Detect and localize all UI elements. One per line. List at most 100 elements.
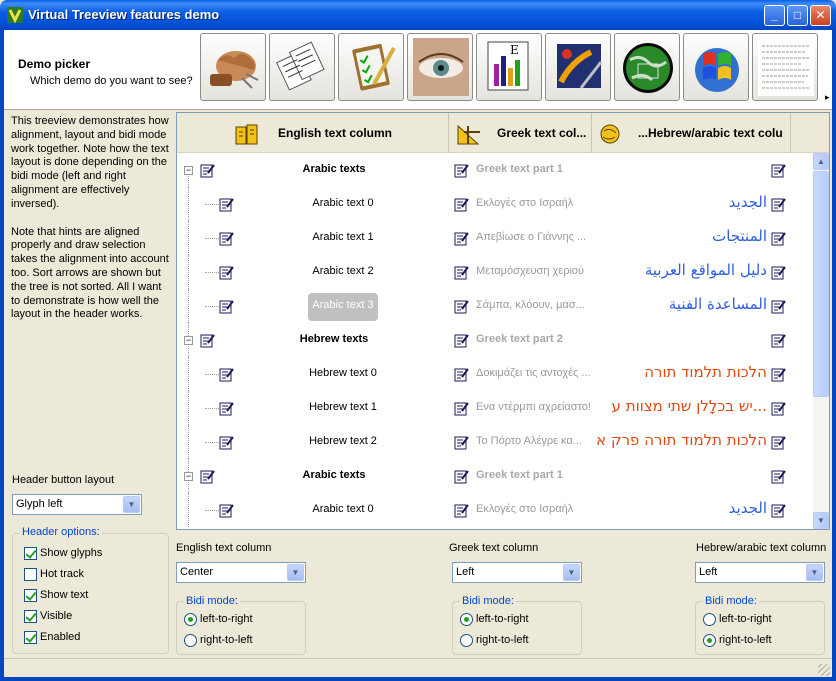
note-icon xyxy=(219,299,234,314)
english-ltr-label[interactable]: left-to-right xyxy=(200,613,253,625)
tree-row[interactable]: Arabic text 1 Απεβίωσε ο Γιάννης ... المنت… xyxy=(177,221,813,255)
visible-label[interactable]: Visible xyxy=(40,610,72,622)
tree-group-row[interactable]: − Arabic texts Greek text part 1 xyxy=(177,153,813,187)
note-icon xyxy=(219,401,234,416)
tree-line xyxy=(205,238,219,239)
column-header-hebrew-arabic[interactable]: ...Hebrew/arabic text colu xyxy=(592,113,791,153)
column-header-greek[interactable]: Greek text col... xyxy=(449,113,592,153)
note-icon xyxy=(219,265,234,280)
demo-button-text-page[interactable] xyxy=(752,33,818,101)
note-icon xyxy=(219,367,234,382)
collapse-toggle-icon[interactable]: − xyxy=(184,472,193,481)
tree-row[interactable]: Arabic text 3 Σάμπα, κλόουν, μασ... المساع… xyxy=(177,289,813,323)
hot-track-checkbox[interactable] xyxy=(24,568,37,581)
tree-group-row[interactable]: − Arabic texts Greek text part 1 xyxy=(177,459,813,493)
show-glyphs-label[interactable]: Show glyphs xyxy=(40,547,102,559)
greek-cell: Greek text part 2 xyxy=(476,333,563,345)
collapse-toggle-icon[interactable]: − xyxy=(184,336,193,345)
chevron-down-icon[interactable]: ▼ xyxy=(123,496,140,513)
show-glyphs-checkbox[interactable] xyxy=(24,547,37,560)
hebrew-arabic-ltr-radio[interactable] xyxy=(703,613,716,626)
english-ltr-radio[interactable] xyxy=(184,613,197,626)
demo-button-eye[interactable] xyxy=(407,33,473,101)
app-tree-icon xyxy=(7,7,23,24)
note-icon xyxy=(454,265,469,280)
note-icon xyxy=(771,265,786,280)
tree-line xyxy=(205,204,219,205)
demo-button-globe[interactable] xyxy=(614,33,680,101)
tree-row[interactable]: Arabic text 0 Εκλογές στο Ισραήλ الجديد xyxy=(177,187,813,221)
header-layout-combo[interactable]: Glyph left ▼ xyxy=(12,494,142,515)
enabled-label[interactable]: Enabled xyxy=(40,631,80,643)
tree-row[interactable]: Hebrew text 1 Ενα ντέρμπι αχρείαστο! ...יש… xyxy=(177,391,813,425)
note-icon xyxy=(771,367,786,382)
window-frame-left xyxy=(0,30,4,681)
english-cell: Arabic text 3 xyxy=(312,299,374,311)
tree-group-row[interactable]: − Hebrew texts Greek text part 2 xyxy=(177,323,813,357)
collapse-toggle-icon[interactable]: − xyxy=(184,166,193,175)
greek-alignment-combo[interactable]: Left ▼ xyxy=(452,562,582,583)
window-title: Virtual Treeview features demo xyxy=(28,7,220,22)
greek-rtl-radio[interactable] xyxy=(460,634,473,647)
tree-row[interactable]: Arabic text 0 Εκλογές στο Ισραήλ الجديد xyxy=(177,493,813,527)
arabic-cell: الجديد xyxy=(728,193,767,211)
eye-icon xyxy=(413,38,469,96)
english-alignment-combo[interactable]: Center ▼ xyxy=(176,562,306,583)
note-icon xyxy=(219,231,234,246)
greek-ltr-radio[interactable] xyxy=(460,613,473,626)
chevron-down-icon[interactable]: ▼ xyxy=(806,564,823,581)
hebrew-arabic-rtl-radio[interactable] xyxy=(703,634,716,647)
hebrew-cell: הלכות תלמוד תורה xyxy=(644,363,767,381)
hot-track-label[interactable]: Hot track xyxy=(40,568,84,580)
enabled-checkbox[interactable] xyxy=(24,631,37,644)
tree-row[interactable]: Hebrew text 0 Δοκιμάζει τις αντοχές ... הל… xyxy=(177,357,813,391)
scroll-thumb[interactable] xyxy=(813,171,829,397)
demo-button-paint[interactable] xyxy=(545,33,611,101)
english-rtl-radio[interactable] xyxy=(184,634,197,647)
column-header-english-text: English text column xyxy=(278,126,393,140)
column-header-english[interactable]: English text column xyxy=(177,113,449,153)
greek-alignment-value: Left xyxy=(456,566,475,578)
minimize-button[interactable]: _ xyxy=(764,5,785,26)
hebrew-arabic-alignment-combo[interactable]: Left ▼ xyxy=(695,562,825,583)
scroll-down-button[interactable]: ▼ xyxy=(813,512,829,529)
greek-ltr-label[interactable]: left-to-right xyxy=(476,613,529,625)
tree-row[interactable]: Hebrew text 2 Το Πόρτο Αλέγρε κα... הלכות … xyxy=(177,425,813,459)
picker-scroll-right[interactable]: ▸ xyxy=(825,92,830,103)
tree-line xyxy=(188,176,189,187)
show-text-label[interactable]: Show text xyxy=(40,589,88,601)
demo-button-documents[interactable] xyxy=(269,33,335,101)
window-frame-right xyxy=(832,30,836,681)
chevron-down-icon[interactable]: ▼ xyxy=(287,564,304,581)
tree-line xyxy=(205,442,219,443)
english-cell: Arabic text 0 xyxy=(312,197,374,209)
hebrew-arabic-rtl-label[interactable]: right-to-left xyxy=(719,634,772,646)
note-icon xyxy=(771,299,786,314)
greek-cell: Απεβίωσε ο Γιάννης ... xyxy=(476,231,587,243)
chevron-down-icon[interactable]: ▼ xyxy=(563,564,580,581)
tree-header: English text column Greek text col... ..… xyxy=(177,113,829,153)
maximize-button[interactable]: □ xyxy=(787,5,808,26)
tree-line xyxy=(188,391,189,425)
vertical-scrollbar[interactable]: ▲ ▼ xyxy=(813,153,829,529)
close-button[interactable]: ✕ xyxy=(810,5,831,26)
demo-button-fist[interactable] xyxy=(200,33,266,101)
demo-button-windows[interactable] xyxy=(683,33,749,101)
note-icon xyxy=(771,435,786,450)
documents-icon xyxy=(276,41,325,91)
hebrew-arabic-ltr-label[interactable]: left-to-right xyxy=(719,613,772,625)
resize-grip-icon[interactable] xyxy=(818,664,830,676)
demo-button-clipboard[interactable] xyxy=(338,33,404,101)
note-icon xyxy=(454,163,469,178)
visible-checkbox[interactable] xyxy=(24,610,37,623)
english-rtl-label[interactable]: right-to-left xyxy=(200,634,253,646)
tree-view[interactable]: English text column Greek text col... ..… xyxy=(176,112,830,530)
scroll-up-button[interactable]: ▲ xyxy=(813,153,829,170)
tree-row[interactable]: Arabic text 2 Μεταμόσχευση χεριού دليل الم… xyxy=(177,255,813,289)
arabic-cell: دليل المواقع العربية xyxy=(644,261,767,279)
note-icon xyxy=(771,197,786,212)
greek-rtl-label[interactable]: right-to-left xyxy=(476,634,529,646)
demo-button-formula-chart[interactable]: E xyxy=(476,33,542,101)
show-text-checkbox[interactable] xyxy=(24,589,37,602)
greek-bidi-legend: Bidi mode: xyxy=(460,595,516,607)
